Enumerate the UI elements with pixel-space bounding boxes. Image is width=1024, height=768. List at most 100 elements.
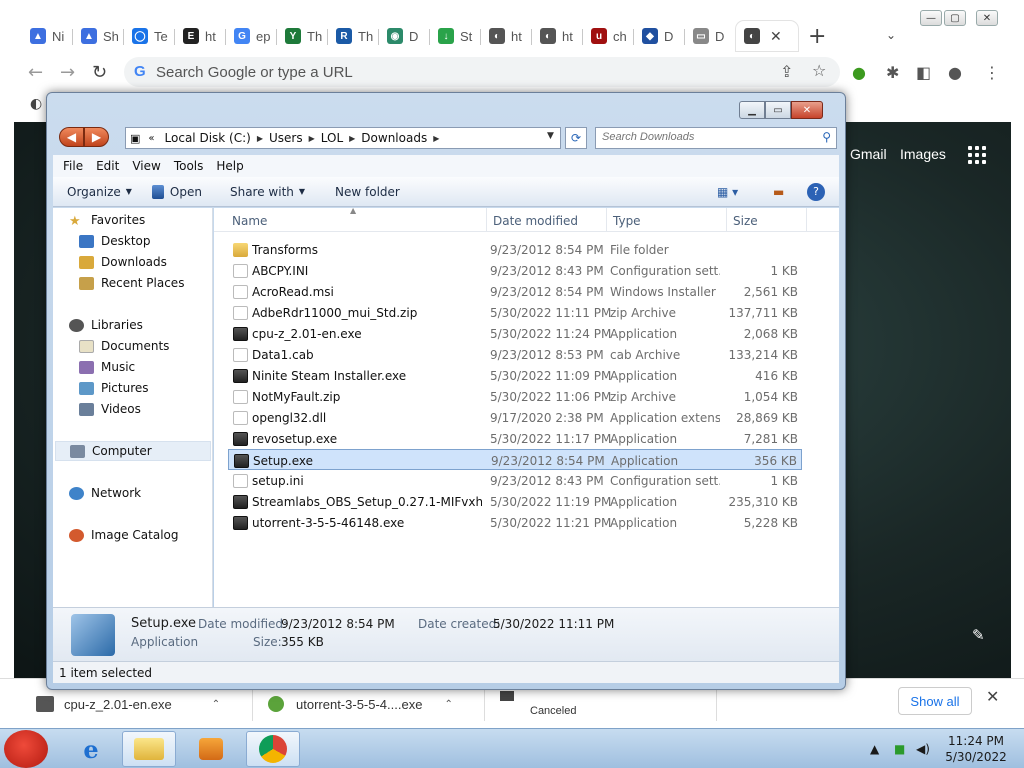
side-panel-icon[interactable]: ◧ — [916, 63, 931, 82]
col-type[interactable]: Type — [613, 214, 641, 228]
chrome-tab[interactable]: Y Th — [277, 21, 328, 51]
chevron-up-icon[interactable]: ⌃ — [212, 699, 220, 710]
address-bar[interactable]: ▣ « Local Disk (C:) ▶ Users ▶ LOL ▶ Down… — [125, 127, 561, 149]
col-size[interactable]: Size — [733, 214, 758, 228]
organize-button[interactable]: Organize ▼ — [67, 185, 132, 199]
chrome-tab-active[interactable]: ◐ ✕ — [736, 21, 798, 51]
help-icon[interactable]: ? — [807, 183, 825, 201]
nav-network[interactable]: Network — [69, 486, 141, 500]
back-arrow-icon[interactable]: ◀ — [59, 127, 84, 147]
close-icon[interactable]: ✕ — [791, 101, 823, 119]
nav-videos[interactable]: Videos — [79, 402, 141, 416]
share-icon[interactable]: ⇪ — [780, 62, 793, 81]
nav-documents[interactable]: Documents — [79, 339, 169, 353]
maximize-icon[interactable]: ▭ — [765, 101, 791, 119]
file-row[interactable]: utorrent-3-5-5-46148.exe 5/30/2022 11:21 … — [228, 512, 802, 533]
nav-music[interactable]: Music — [79, 360, 135, 374]
column-divider[interactable] — [806, 208, 807, 232]
file-row[interactable]: NotMyFault.zip 5/30/2022 11:06 PM zip Arch… — [228, 386, 802, 407]
start-button[interactable] — [4, 730, 48, 768]
breadcrumb-arrow-icon[interactable]: ▶ — [349, 134, 355, 143]
refresh-icon[interactable]: ⟳ — [565, 127, 587, 149]
maximize-icon[interactable]: ▢ — [944, 10, 966, 26]
minimize-icon[interactable]: ▁ — [739, 101, 765, 119]
forward-arrow-icon[interactable]: ▶ — [84, 127, 109, 147]
bookmark-star-icon[interactable]: ☆ — [812, 61, 826, 80]
file-row[interactable]: setup.ini 9/23/2012 8:43 PM Configuration … — [228, 470, 802, 491]
menu-view[interactable]: View — [132, 159, 160, 173]
nav-recent-places[interactable]: Recent Places — [79, 276, 184, 290]
chrome-tab[interactable]: ◯ Te — [124, 21, 175, 51]
breadcrumb-arrow-icon[interactable]: ▶ — [433, 134, 439, 143]
tray-up-arrow-icon[interactable]: ▲ — [870, 729, 879, 768]
tray-volume-icon[interactable]: ◀) — [916, 729, 930, 768]
file-row[interactable]: opengl32.dll 9/17/2020 2:38 PM Application… — [228, 407, 802, 428]
google-apps-icon[interactable] — [968, 146, 986, 164]
address-dropdown-icon[interactable]: ▼ — [547, 131, 554, 141]
taskbar-clock[interactable]: 11:24 PM 5/30/2022 — [940, 733, 1012, 765]
nav-desktop[interactable]: Desktop — [79, 234, 151, 248]
search-input[interactable] — [602, 131, 812, 143]
open-button[interactable]: Open — [151, 184, 202, 199]
tray-network-icon[interactable]: ■ — [894, 729, 905, 768]
file-row[interactable]: cpu-z_2.01-en.exe 5/30/2022 11:24 PM Appli… — [228, 323, 802, 344]
file-row[interactable]: Ninite Steam Installer.exe 5/30/2022 11:0… — [228, 365, 802, 386]
chrome-tab[interactable]: Gep — [226, 21, 277, 51]
minimize-icon[interactable]: — — [920, 10, 942, 26]
column-divider[interactable] — [726, 208, 727, 232]
share-with-button[interactable]: Share with ▼ — [230, 185, 305, 199]
reload-icon[interactable]: ↻ — [92, 62, 107, 83]
tab-close-icon[interactable]: ✕ — [770, 28, 782, 45]
view-options-icon[interactable]: ▦ ▾ — [717, 185, 738, 199]
chrome-tab[interactable]: ▲ Ni — [22, 21, 73, 51]
chrome-tab[interactable]: R Th — [328, 21, 379, 51]
chrome-taskbar-icon[interactable] — [246, 731, 300, 767]
back-arrow-icon[interactable]: ← — [28, 62, 43, 83]
nav-pictures[interactable]: Pictures — [79, 381, 149, 395]
gmail-link[interactable]: Gmail — [850, 146, 887, 162]
chrome-tab[interactable]: u ch — [583, 21, 634, 51]
media-player-icon[interactable] — [184, 731, 238, 767]
customize-pencil-icon[interactable]: ✎ — [972, 626, 985, 644]
images-link[interactable]: Images — [900, 146, 946, 162]
breadcrumb-arrow-icon[interactable]: ▶ — [257, 134, 263, 143]
column-divider[interactable] — [606, 208, 607, 232]
chrome-tab[interactable]: ◉ D — [379, 21, 430, 51]
chrome-tab[interactable]: ◐ ht — [481, 21, 532, 51]
search-icon[interactable]: ⚲ — [822, 130, 831, 144]
tab-search-icon[interactable]: ⌄ — [886, 28, 896, 42]
file-row[interactable]: ABCPY.INI 9/23/2012 8:43 PM Configuration … — [228, 260, 802, 281]
col-name[interactable]: Name — [232, 214, 267, 228]
show-all-button[interactable]: Show all — [898, 687, 972, 715]
new-tab-button[interactable]: + — [808, 24, 826, 49]
menu-file[interactable]: File — [63, 159, 83, 173]
file-row[interactable]: AcroRead.msi 9/23/2012 8:54 PM Windows Ins… — [228, 281, 802, 302]
breadcrumb-drive[interactable]: Local Disk (C:) — [165, 131, 251, 145]
breadcrumb-users[interactable]: Users — [269, 131, 303, 145]
close-shelf-icon[interactable]: ✕ — [986, 687, 999, 706]
nav-favorites[interactable]: ★ Favorites — [69, 213, 145, 229]
nav-image-catalog[interactable]: Image Catalog — [69, 528, 178, 542]
file-row[interactable]: AdbeRdr11000_mui_Std.zip 5/30/2022 11:11 … — [228, 302, 802, 323]
col-date-modified[interactable]: Date modified — [493, 214, 578, 228]
file-row[interactable]: Streamlabs_OBS_Setup_0.27.1-MIFvxhwu... 5… — [228, 491, 802, 512]
file-row[interactable]: Setup.exe 9/23/2012 8:54 PM Application 356… — [228, 449, 802, 470]
chrome-tab[interactable]: Eht — [175, 21, 226, 51]
preview-pane-icon[interactable]: ▬ — [773, 185, 784, 199]
chrome-tab[interactable]: ↓ St — [430, 21, 481, 51]
chrome-tab[interactable]: ◆ D — [634, 21, 685, 51]
explorer-taskbar-icon[interactable] — [122, 731, 176, 767]
file-row[interactable]: Transforms 9/23/2012 8:54 PM File folder — [228, 239, 802, 260]
internet-explorer-icon[interactable]: e — [64, 731, 118, 767]
nav-downloads[interactable]: Downloads — [79, 255, 167, 269]
chevron-up-icon[interactable]: ⌃ — [444, 699, 452, 710]
chrome-tab[interactable]: ▭ D — [685, 21, 736, 51]
chrome-tab[interactable]: ▲ Sh — [73, 21, 124, 51]
file-row[interactable]: Data1.cab 9/23/2012 8:53 PM cab Archive 133… — [228, 344, 802, 365]
file-row[interactable]: revosetup.exe 5/30/2022 11:17 PM Applicati… — [228, 428, 802, 449]
nav-computer[interactable]: Computer — [55, 441, 211, 461]
chevron-double-left-icon[interactable]: « — [148, 133, 154, 144]
apps-shortcut-icon[interactable]: ◐ — [30, 96, 42, 112]
search-box[interactable]: ⚲ — [595, 127, 837, 149]
menu-tools[interactable]: Tools — [174, 159, 204, 173]
